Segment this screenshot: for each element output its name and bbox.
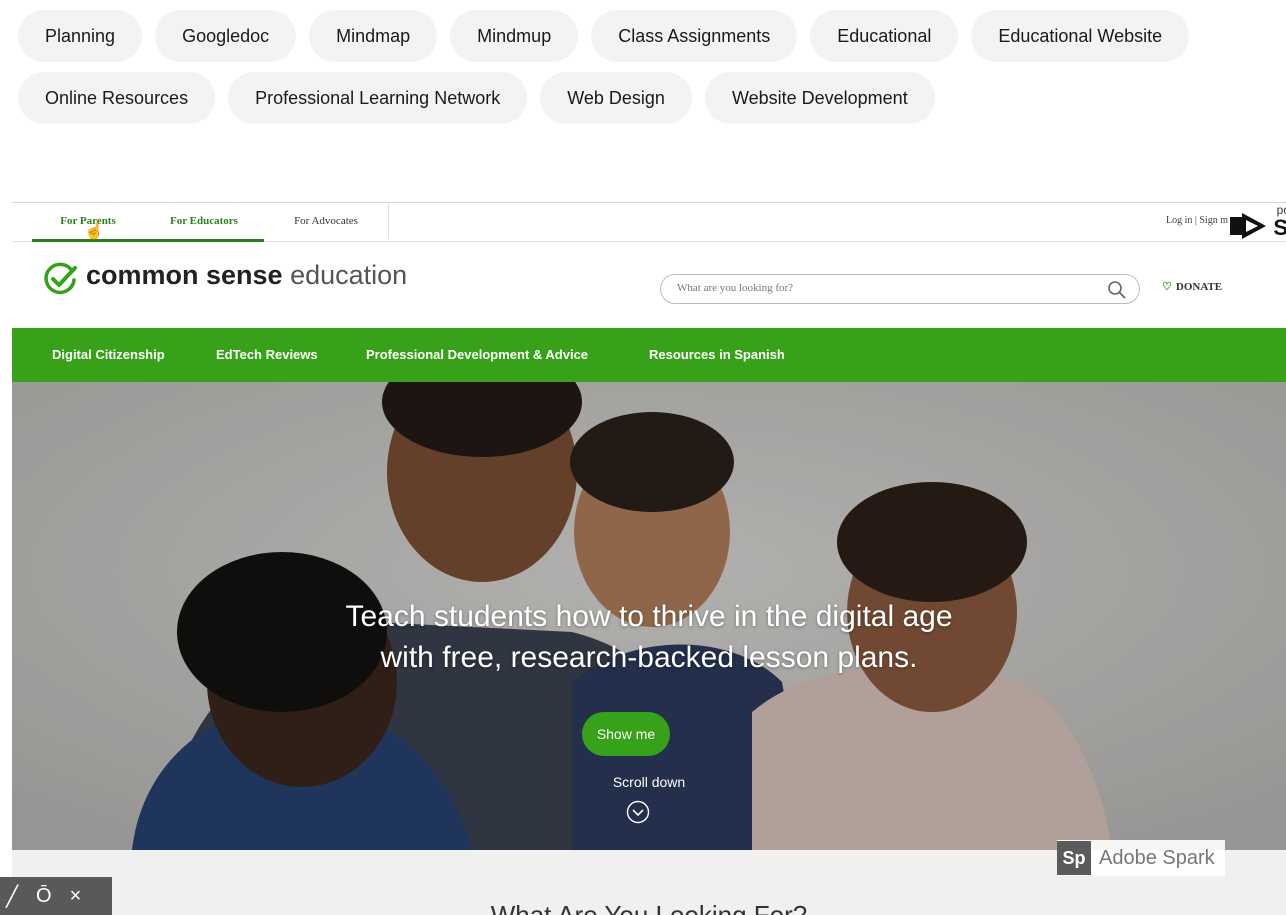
hand-cursor-icon: ☝ [84, 223, 104, 240]
scroll-down-label: Scroll down [612, 774, 686, 790]
site-header: common sense education What are you look… [12, 242, 1286, 328]
spark-corner-letter: S [1273, 215, 1286, 240]
search-icon[interactable] [1107, 280, 1127, 300]
tab-for-advocates[interactable]: For Advocates [264, 203, 389, 239]
adobe-spark-watermark: Sp Adobe Spark [1057, 840, 1225, 876]
spark-play-icon [1230, 213, 1266, 239]
audience-bar: For Parents For Educators For Advocates … [12, 202, 1286, 242]
spark-badge: Sp [1057, 841, 1091, 875]
nav-digital-citizenship[interactable]: Digital Citizenship [52, 328, 165, 382]
show-me-button[interactable]: Show me [582, 712, 670, 756]
main-nav: Digital Citizenship EdTech Reviews Profe… [12, 328, 1286, 382]
section-title: What Are You Looking For? [490, 900, 808, 915]
tag-chip[interactable]: Class Assignments [591, 10, 798, 62]
hero-headline: Teach students how to thrive in the digi… [12, 596, 1286, 678]
donate-label: DONATE [1175, 281, 1223, 293]
heart-icon: ♡ [1162, 281, 1172, 293]
headline-line-2: with free, research-backed lesson plans. [380, 641, 918, 674]
hero-banner: Teach students how to thrive in the digi… [12, 382, 1286, 850]
tag-chip[interactable]: Mindmap [309, 10, 438, 62]
nav-edtech-reviews[interactable]: EdTech Reviews [216, 328, 318, 382]
pin-icon[interactable]: ╱ [6, 884, 18, 909]
chevron-down-circle-icon[interactable] [626, 800, 650, 824]
tag-row-1: Planning Googledoc Mindmap Mindmup Class… [18, 10, 1190, 62]
logo-light-text: education [290, 260, 408, 290]
tag-chip[interactable]: Website Development [704, 72, 935, 124]
timer-icon[interactable]: Ō [36, 885, 52, 908]
close-icon[interactable]: × [70, 885, 82, 908]
tag-chip[interactable]: Mindmup [450, 10, 579, 62]
tab-for-educators[interactable]: For Educators [144, 203, 264, 242]
search-input[interactable]: What are you looking for? [660, 274, 1140, 304]
tag-chip[interactable]: Professional Learning Network [228, 72, 528, 124]
nav-professional-development[interactable]: Professional Development & Advice [366, 328, 588, 382]
tag-chip[interactable]: Educational [810, 10, 959, 62]
donate-button[interactable]: ♡ DONATE [1162, 280, 1222, 293]
headline-line-1: Teach students how to thrive in the digi… [345, 600, 953, 633]
watermark-text: Adobe Spark [1099, 846, 1215, 869]
player-controls: ╱ Ō × [0, 877, 112, 915]
login-link[interactable]: Log in | Sign m [1166, 203, 1228, 239]
tag-chip[interactable]: Planning [18, 10, 143, 62]
tag-chip[interactable]: Googledoc [155, 10, 297, 62]
tag-row-2: Online Resources Professional Learning N… [18, 72, 935, 124]
tag-chip[interactable]: Online Resources [18, 72, 216, 124]
tag-chip[interactable]: Educational Website [971, 10, 1190, 62]
search-placeholder: What are you looking for? [677, 282, 794, 294]
nav-resources-spanish[interactable]: Resources in Spanish [649, 328, 785, 382]
logo-bold-text: common sense [86, 260, 283, 290]
checkmark-logo-icon [44, 262, 77, 295]
video-player[interactable]: For Parents For Educators For Advocates … [12, 202, 1286, 915]
site-logo[interactable]: common sense education [86, 260, 407, 291]
tag-chip[interactable]: Web Design [540, 72, 692, 124]
